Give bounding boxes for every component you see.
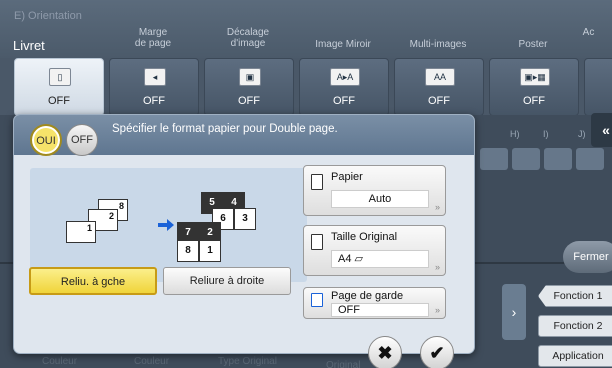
small-tile[interactable] <box>544 148 572 170</box>
hidden-label: Original <box>326 360 361 368</box>
paper-icon <box>311 174 323 190</box>
document-icon <box>311 234 323 250</box>
letter-i: I) <box>543 129 549 139</box>
poster-icon: ▣▸▦ <box>520 68 550 86</box>
shift-icon: ▣ <box>239 68 261 86</box>
cover-page-icon <box>311 293 323 307</box>
original-size-value: A4 ▱ <box>331 250 429 268</box>
tile-livret[interactable]: ▯ OFF <box>14 58 104 116</box>
small-tile[interactable] <box>480 148 508 170</box>
function-1-tab[interactable]: Fonction 1 <box>538 285 612 307</box>
chevron-right-icon: » <box>434 262 440 272</box>
arrow-right-icon <box>158 219 174 231</box>
col-label-multi: Multi-images <box>409 39 467 50</box>
mode-label: Livret <box>13 38 45 53</box>
cover-page-value: OFF <box>331 303 429 317</box>
cover-page-label: Page de garde <box>331 290 404 302</box>
col-label-more: Ac <box>582 27 595 38</box>
small-tile[interactable] <box>512 148 540 170</box>
cover-page-option[interactable]: Page de garde OFF » <box>303 287 446 319</box>
mirror-icon: A▸A <box>330 68 360 86</box>
tile-marge[interactable]: ◂ OFF <box>109 58 199 116</box>
col-label-decalage: Décalage d'image <box>226 27 270 49</box>
tile-next-partial[interactable] <box>584 58 612 116</box>
chevron-right-icon: » <box>434 305 440 315</box>
tile-multi[interactable]: AA OFF <box>394 58 484 116</box>
letter-j: J) <box>578 129 586 139</box>
tile-poster[interactable]: ▣▸▦ OFF <box>489 58 579 116</box>
col-label-marge: Marge de page <box>134 27 172 49</box>
binding-right-button[interactable]: Reliure à droite <box>163 267 291 295</box>
col-label-poster: Poster <box>518 39 548 50</box>
booklet-dialog: OUI OFF Spécifier le format papier pour … <box>13 114 475 354</box>
close-button[interactable]: Fermer <box>563 241 612 273</box>
hidden-label: Couleur <box>42 356 78 367</box>
booklet-page: 8 <box>177 240 199 262</box>
section-label: E) Orientation <box>14 10 82 22</box>
dialog-title: Spécifier le format papier pour Double p… <box>112 123 338 135</box>
collapse-arrow-button[interactable]: « <box>591 113 612 147</box>
multi-image-icon: AA <box>425 68 455 86</box>
small-tile[interactable] <box>576 148 604 170</box>
col-label-miroir: Image Miroir <box>315 39 371 50</box>
application-tab[interactable]: Application <box>538 345 612 367</box>
margin-icon: ◂ <box>144 68 166 86</box>
chevron-right-icon: » <box>434 202 440 212</box>
page-sheet: 1 <box>66 221 96 243</box>
hidden-label: Type Original <box>218 356 277 367</box>
binding-left-button[interactable]: Reliu. à gche <box>29 267 157 295</box>
booklet-page: 1 <box>199 240 221 262</box>
tile-value: OFF <box>238 95 260 107</box>
ok-button[interactable]: ✔ <box>420 336 454 368</box>
function-2-tab[interactable]: Fonction 2 <box>538 315 612 337</box>
toggle-on-button[interactable]: OUI <box>30 124 62 156</box>
top-bar: E) Orientation Livret Marge de page Décal… <box>0 0 612 58</box>
paper-label: Papier <box>331 171 363 183</box>
booklet-illustration: 8 2 1 5 4 6 3 7 2 8 1 <box>30 168 307 282</box>
cancel-button[interactable]: ✖ <box>368 336 402 368</box>
letter-h: H) <box>510 129 520 139</box>
tile-decalage[interactable]: ▣ OFF <box>204 58 294 116</box>
original-size-option[interactable]: Taille Original A4 ▱ » <box>303 225 446 276</box>
tile-value: OFF <box>143 95 165 107</box>
screen: E) Orientation Livret Marge de page Décal… <box>0 0 612 368</box>
original-size-label: Taille Original <box>331 231 398 243</box>
booklet-page: 3 <box>234 208 256 230</box>
book-icon: ▯ <box>49 68 71 86</box>
tile-value: OFF <box>523 95 545 107</box>
tile-value: OFF <box>428 95 450 107</box>
small-tiles-row <box>480 148 612 174</box>
tile-value: OFF <box>48 95 70 107</box>
tile-miroir[interactable]: A▸A OFF <box>299 58 389 116</box>
tile-value: OFF <box>333 95 355 107</box>
next-arrow-button[interactable]: › <box>502 284 526 340</box>
hidden-label: Couleur <box>134 356 170 367</box>
paper-value: Auto <box>331 190 429 208</box>
paper-option[interactable]: Papier Auto » <box>303 165 446 216</box>
toggle-off-button[interactable]: OFF <box>66 124 98 156</box>
